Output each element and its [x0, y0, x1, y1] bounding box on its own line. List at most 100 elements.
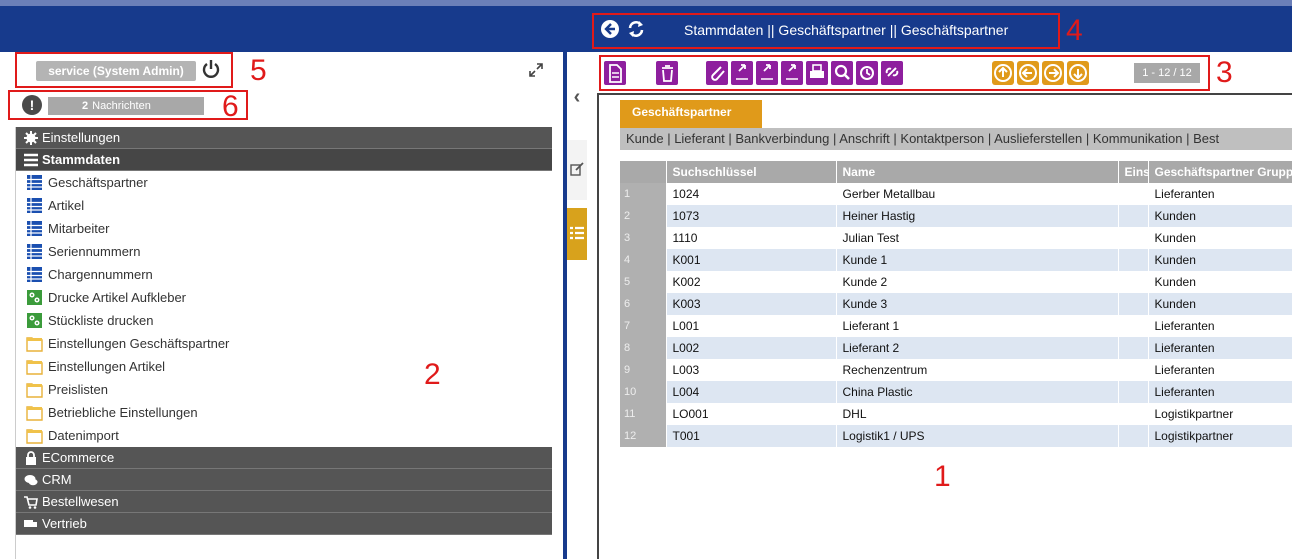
truck-icon — [24, 520, 37, 527]
menu-section-stammdaten[interactable]: Stammdaten — [16, 149, 552, 171]
menu-section[interactable]: Vertrieb — [16, 513, 552, 535]
side-tabs — [567, 52, 597, 559]
table-row[interactable]: 5 K002 Kunde 2 Kunden — [620, 271, 1292, 293]
list-icon — [570, 226, 584, 240]
lock-icon — [26, 451, 36, 465]
table-cell: DHL — [836, 403, 1119, 425]
menu-section-label: Einstellungen — [42, 130, 121, 145]
menu-item-label: Einstellungen Geschäftspartner — [48, 336, 230, 351]
table-row[interactable]: 7 L001 Lieferant 1 Lieferanten — [620, 315, 1292, 337]
table-cell: K001 — [666, 249, 837, 271]
menu-item-label: Datenimport — [48, 428, 119, 443]
table-row[interactable]: 12 T001 Logistik1 / UPS Logistikpartner — [620, 425, 1292, 447]
menu-section-einstellungen[interactable]: Einstellungen — [16, 127, 552, 149]
menu-item[interactable]: Einstellungen Artikel — [16, 355, 552, 378]
annotation-box-3 — [599, 55, 1210, 91]
menu-item[interactable]: Seriennummern — [16, 240, 552, 263]
row-number: 10 — [620, 381, 667, 403]
menu-item[interactable]: Chargennummern — [16, 263, 552, 286]
table-cell: Lieferanten — [1148, 315, 1292, 337]
table-row[interactable]: 9 L003 Rechenzentrum Lieferanten — [620, 359, 1292, 381]
column-header[interactable] — [620, 161, 667, 183]
row-number: 6 — [620, 293, 667, 315]
menu-item[interactable]: Stückliste drucken — [16, 309, 552, 332]
menu-item[interactable]: Betriebliche Einstellungen — [16, 401, 552, 424]
table-cell: Logistikpartner — [1148, 425, 1292, 447]
folder-icon — [26, 360, 43, 375]
table-cell: China Plastic — [836, 381, 1119, 403]
table-cell: Lieferanten — [1148, 381, 1292, 403]
row-number: 9 — [620, 359, 667, 381]
menu-section[interactable]: ECommerce — [16, 447, 552, 469]
row-number: 12 — [620, 425, 667, 447]
menu-section-label: CRM — [42, 472, 72, 487]
column-header[interactable]: Name — [836, 161, 1119, 183]
menu-item-label: Drucke Artikel Aufkleber — [48, 290, 187, 305]
expand-icon[interactable] — [528, 62, 544, 78]
menu-item-label: Mitarbeiter — [48, 221, 110, 236]
menu-item-label: Einstellungen Artikel — [48, 359, 166, 374]
menu-item[interactable]: Preislisten — [16, 378, 552, 401]
annotation-number-5: 5 — [250, 54, 267, 87]
table-cell: L003 — [666, 359, 837, 381]
table-icon — [27, 198, 42, 213]
menu-item[interactable]: Mitarbeiter — [16, 217, 552, 240]
menu-item-label: Preislisten — [48, 382, 108, 397]
menu-item[interactable]: Drucke Artikel Aufkleber — [16, 286, 552, 309]
tab-geschaeftspartner[interactable]: Geschäftspartner — [620, 100, 762, 128]
table-cell: Rechenzentrum — [836, 359, 1119, 381]
table-cell — [1118, 403, 1149, 425]
table-cell — [1118, 293, 1149, 315]
list-tab[interactable] — [567, 208, 587, 260]
table-row[interactable]: 11 LO001 DHL Logistikpartner — [620, 403, 1292, 425]
folder-icon — [26, 406, 43, 421]
menu-section-label: Vertrieb — [42, 516, 87, 531]
table-cell: K003 — [666, 293, 837, 315]
table-cell: 1024 — [666, 183, 837, 205]
data-grid: Suchschlüssel Name Eins Geschäftspartner Gr… — [620, 161, 1292, 447]
column-header[interactable]: Suchschlüssel — [666, 161, 837, 183]
menu-section[interactable]: CRM — [16, 469, 552, 491]
edit-tab[interactable] — [567, 140, 587, 200]
menu-section-label: ECommerce — [42, 450, 115, 465]
annotation-number-6: 6 — [222, 90, 239, 123]
table-cell: Heiner Hastig — [836, 205, 1119, 227]
table-cell — [1118, 425, 1149, 447]
row-number: 8 — [620, 337, 667, 359]
table-cell — [1118, 249, 1149, 271]
folder-icon — [26, 337, 43, 352]
menu-item[interactable]: Geschäftspartner — [16, 171, 552, 194]
table-row[interactable]: 6 K003 Kunde 3 Kunden — [620, 293, 1292, 315]
sub-tabs[interactable]: Kunde | Lieferant | Bankverbindung | Ans… — [620, 128, 1292, 150]
table-row[interactable]: 1 1024 Gerber Metallbau Lieferanten — [620, 183, 1292, 205]
collapse-panel-button[interactable]: ‹ — [567, 72, 587, 122]
row-number: 1 — [620, 183, 667, 205]
menu-item-label: Chargennummern — [48, 267, 153, 282]
menu-section[interactable]: Bestellwesen — [16, 491, 552, 513]
table-cell: Kunde 2 — [836, 271, 1119, 293]
column-header[interactable]: Eins — [1118, 161, 1149, 183]
menu-item-label: Seriennummern — [48, 244, 141, 259]
table-row[interactable]: 10 L004 China Plastic Lieferanten — [620, 381, 1292, 403]
menu-item-label: Betriebliche Einstellungen — [48, 405, 198, 420]
table-icon — [27, 175, 42, 190]
annotation-number-3: 3 — [1216, 56, 1233, 89]
menu-item[interactable]: Einstellungen Geschäftspartner — [16, 332, 552, 355]
table-row[interactable]: 2 1073 Heiner Hastig Kunden — [620, 205, 1292, 227]
table-cell — [1118, 227, 1149, 249]
menu-item[interactable]: Artikel — [16, 194, 552, 217]
table-row[interactable]: 4 K001 Kunde 1 Kunden — [620, 249, 1292, 271]
row-number: 11 — [620, 403, 667, 425]
cart-icon — [24, 496, 38, 509]
column-header[interactable]: Geschäftspartner Grupp — [1148, 161, 1292, 183]
table-cell: Lieferanten — [1148, 183, 1292, 205]
table-row[interactable]: 8 L002 Lieferant 2 Lieferanten — [620, 337, 1292, 359]
table-cell: L001 — [666, 315, 837, 337]
menu-section-label: Stammdaten — [42, 152, 121, 167]
folder-icon — [26, 429, 43, 444]
table-row[interactable]: 3 1110 Julian Test Kunden — [620, 227, 1292, 249]
menu-item[interactable]: Datenimport — [16, 424, 552, 447]
process-icon — [27, 313, 42, 328]
table-cell: K002 — [666, 271, 837, 293]
annotation-number-4: 4 — [1066, 14, 1083, 47]
